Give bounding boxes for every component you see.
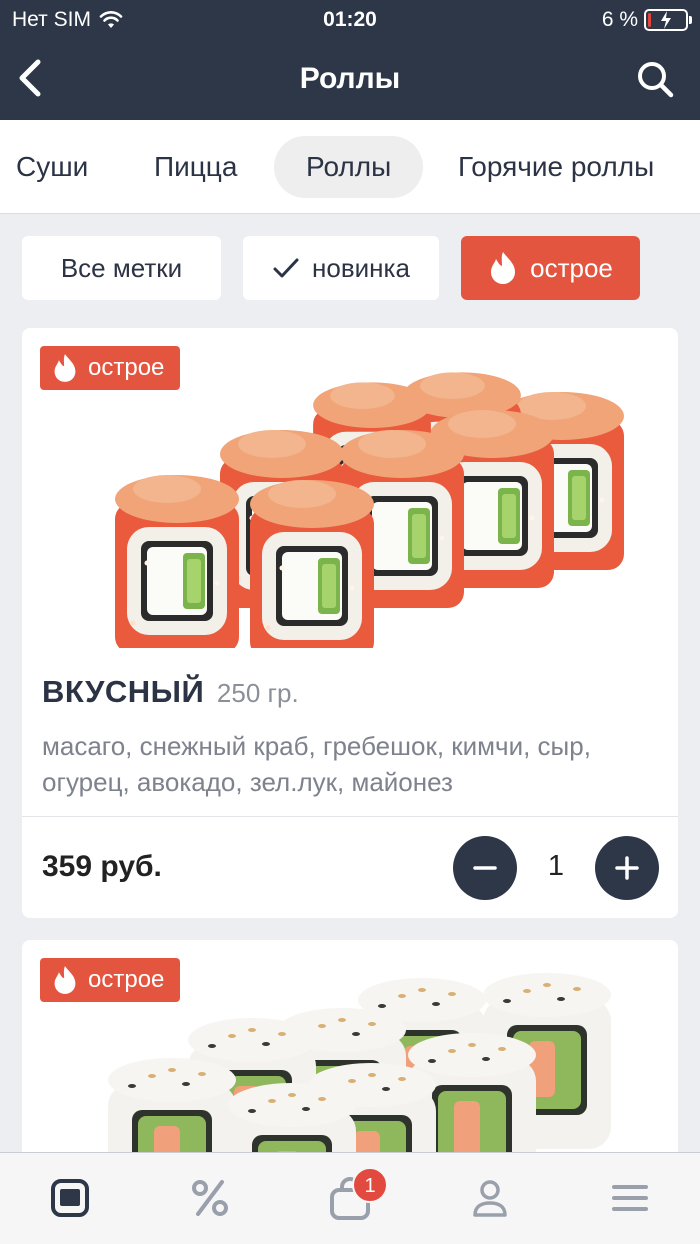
charging-bolt-icon <box>661 11 671 29</box>
product-weight: 250 гр. <box>216 678 299 708</box>
product-price: 359 руб. <box>42 850 162 883</box>
spicy-badge: острое <box>40 958 181 1002</box>
tab-pizza[interactable]: Пицца <box>122 136 269 198</box>
badge-label: острое <box>88 966 165 993</box>
battery-percent: 6 % <box>601 8 638 31</box>
tab-profile[interactable] <box>465 1173 515 1223</box>
product-description: масаго, снежный краб, гребешок, кимчи, с… <box>42 731 591 797</box>
search-icon[interactable] <box>634 58 676 100</box>
cart-count-badge: 1 <box>352 1167 388 1203</box>
decrease-button[interactable] <box>453 836 517 900</box>
nav-bar: Роллы <box>0 40 700 120</box>
tab-sushi[interactable]: Суши <box>0 136 120 198</box>
quantity-value: 1 <box>547 850 565 882</box>
product-name: ВКУСНЫЙ <box>42 674 205 709</box>
product-card[interactable]: острое ВКУСНЫЙ 250 гр. масаго, снежный к… <box>22 328 678 918</box>
spicy-badge: острое <box>40 346 181 390</box>
tab-promotions[interactable] <box>185 1173 235 1223</box>
product-title: ВКУСНЫЙ 250 гр. <box>42 674 299 710</box>
menu-icon <box>51 1179 89 1217</box>
battery-group: 6 % <box>601 8 692 32</box>
tab-more[interactable] <box>605 1173 655 1223</box>
category-tabs: Суши Пицца Роллы Горячие роллы <box>0 120 700 214</box>
percent-icon <box>192 1180 228 1216</box>
chip-new[interactable]: новинка <box>243 236 439 300</box>
minus-icon <box>473 866 497 870</box>
bottom-tab-bar: 1 <box>0 1152 700 1244</box>
divider <box>22 816 678 817</box>
profile-icon <box>473 1180 507 1217</box>
page-title: Роллы <box>299 62 401 95</box>
flame-icon <box>491 252 516 284</box>
chip-all-tags-label: Все метки <box>60 252 183 283</box>
tab-rolls[interactable]: Роллы <box>274 136 424 198</box>
chip-spicy-label: острое <box>530 252 613 283</box>
battery-fill <box>648 13 651 27</box>
increase-button[interactable] <box>595 836 659 900</box>
battery-icon <box>644 9 692 31</box>
check-icon <box>273 258 299 278</box>
chip-all-tags[interactable]: Все метки <box>22 236 221 300</box>
badge-label: острое <box>88 354 165 381</box>
tab-menu[interactable] <box>45 1173 95 1223</box>
status-bar: Нет SIM 01:20 6 % <box>0 0 700 40</box>
flame-icon <box>54 354 76 382</box>
status-time: 01:20 <box>323 8 377 31</box>
chip-new-label: новинка <box>312 252 410 283</box>
plus-icon <box>615 856 639 880</box>
flame-icon <box>54 966 76 994</box>
hamburger-icon <box>612 1185 648 1211</box>
tab-hot-rolls[interactable]: Горячие роллы <box>426 136 686 198</box>
filter-chips: Все метки новинка острое <box>0 236 700 302</box>
chip-spicy[interactable]: острое <box>461 236 640 300</box>
